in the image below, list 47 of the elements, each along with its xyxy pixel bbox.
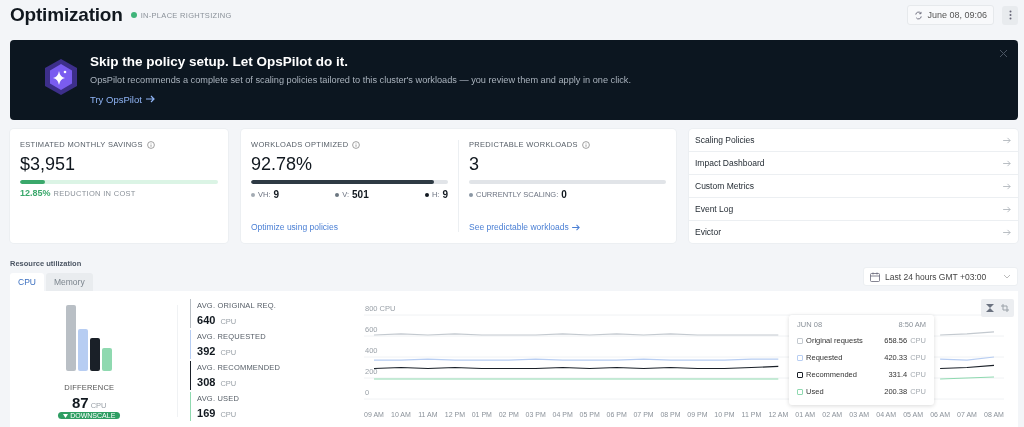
predictable-value: 3 (469, 154, 480, 175)
scaling-value: 0 (561, 189, 567, 200)
date-range-dropdown[interactable]: Last 24 hours GMT +03:00 (863, 267, 1018, 286)
nav-item[interactable]: Event Log (689, 198, 1018, 221)
kebab-icon (1008, 10, 1012, 20)
nav-item[interactable]: Custom Metrics (689, 175, 1018, 198)
legend-value: 501 (352, 189, 369, 200)
banner-description: OpsPilot recommends a complete set of scaling policies tailored to this cluster's workloads — you review them and apply in one click. (90, 74, 631, 85)
arrow-icon (1003, 159, 1012, 167)
bar-drawing (65, 305, 113, 371)
close-icon[interactable] (999, 49, 1008, 58)
nav-item[interactable]: Evictor (689, 221, 1018, 243)
arrow-icon (1003, 136, 1012, 144)
sparkle-icon (44, 58, 78, 96)
savings-value: $3,951 (20, 154, 77, 175)
tab[interactable]: CPU (10, 273, 44, 291)
stat-value: 308 (197, 376, 216, 388)
arrow-icon (1003, 182, 1012, 190)
legend-value: 9 (442, 189, 448, 200)
more-button[interactable] (1002, 5, 1018, 25)
nav-item[interactable]: Impact Dashboard (689, 152, 1018, 175)
page-title: Optimization (10, 4, 123, 26)
difference-value: 87 (72, 394, 89, 411)
arrow-icon (571, 223, 581, 231)
stat-value: 640 (197, 314, 216, 326)
nav-item[interactable]: Scaling Policies (689, 129, 1018, 152)
arrow-icon (145, 95, 156, 103)
stat-value: 169 (197, 407, 216, 419)
arrow-icon (1003, 228, 1012, 236)
down-triangle-icon (63, 413, 69, 418)
info-icon (146, 140, 155, 149)
info-icon (581, 140, 590, 149)
refresh-icon (914, 10, 924, 20)
arrow-icon (1003, 205, 1012, 213)
calendar-icon (870, 271, 880, 282)
chevron-icon (1003, 274, 1011, 279)
crop-icon[interactable] (1000, 303, 1010, 313)
try-link[interactable]: Try OpsPilot (90, 93, 156, 105)
legend-value: 9 (273, 189, 280, 200)
optimize-link[interactable]: Optimize using policies (251, 222, 448, 232)
banner-title: Skip the policy setup. Let OpsPilot do it. (90, 53, 350, 69)
savings-percent: 12.85% (20, 188, 51, 198)
info-icon (352, 140, 361, 149)
optimized-value: 92.78% (251, 154, 314, 175)
predictable-link[interactable]: See predictable workloads (469, 222, 666, 232)
stat-value: 392 (197, 345, 216, 357)
refresh-button[interactable]: June 08, 09:06 (907, 5, 994, 25)
